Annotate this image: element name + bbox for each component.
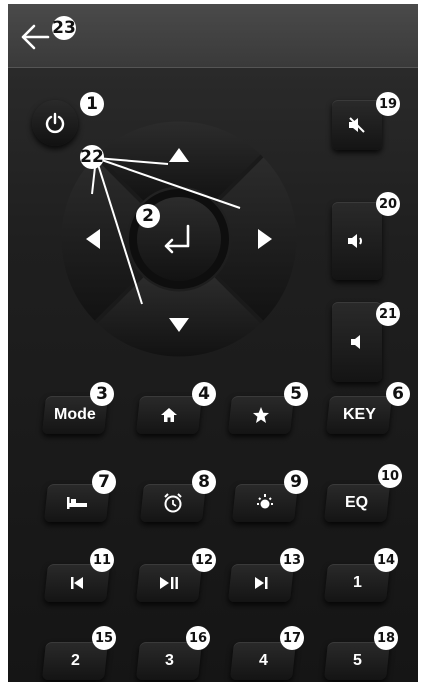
next-track-icon [255, 577, 268, 589]
callout-badge-preset-1: 14 [374, 548, 398, 572]
sleep-bed-icon [67, 497, 87, 509]
previous-track-icon [71, 577, 83, 589]
callout-badge-alarm: 8 [192, 470, 216, 494]
favorite-button[interactable] [228, 396, 294, 434]
eq-label: EQ [345, 494, 369, 511]
volume-up-button[interactable] [332, 202, 382, 280]
volume-down-button[interactable] [332, 302, 382, 382]
brightness-icon [257, 494, 273, 509]
callout-badge-dpad: 22 [80, 145, 104, 169]
callout-badge-preset-3: 16 [186, 626, 210, 650]
callout-badge-mode: 3 [90, 382, 114, 406]
preset-4-label: 4 [258, 652, 268, 669]
mute-button[interactable] [332, 100, 382, 150]
callout-badge-next: 13 [280, 548, 304, 572]
callout-badge-home: 4 [192, 382, 216, 406]
key-label: KEY [342, 406, 376, 423]
preset-3-label: 3 [164, 652, 174, 669]
key-button[interactable]: KEY [326, 396, 392, 434]
home-icon [161, 408, 177, 422]
volume-down-icon [351, 335, 360, 349]
callout-badge-enter: 2 [136, 204, 160, 228]
callout-badge-favorite: 5 [284, 382, 308, 406]
home-button[interactable] [136, 396, 202, 434]
star-icon [253, 407, 269, 423]
play-pause-icon [160, 577, 178, 589]
alarm-clock-icon [164, 493, 182, 513]
volume-up-icon [348, 234, 362, 248]
mute-icon [349, 117, 365, 133]
callout-badge-preset-2: 15 [92, 626, 116, 650]
callout-badge-preset-4: 17 [280, 626, 304, 650]
remote-screen: 2 3 1 22 2 19 20 21 Mode 3 4 5 KEY 6 7 8 … [8, 4, 418, 682]
eq-button[interactable]: EQ [324, 484, 390, 522]
callout-badge-brightness: 9 [284, 470, 308, 494]
preset-1-label: 1 [352, 574, 362, 591]
callout-badge-play-pause: 12 [192, 548, 216, 572]
callout-badge-previous: 11 [90, 548, 114, 572]
callout-badge-volume-down: 21 [376, 302, 400, 326]
callout-badge-eq: 10 [378, 464, 402, 488]
preset-2-label: 2 [70, 652, 80, 669]
callout-badge-volume-up: 20 [376, 192, 400, 216]
callout-badge-preset-5: 18 [374, 626, 398, 650]
preset-5-label: 5 [352, 652, 362, 669]
mode-label: Mode [54, 406, 96, 423]
play-pause-button[interactable] [136, 564, 202, 602]
callout-badge-key: 6 [386, 382, 410, 406]
callout-badge-sleep: 7 [92, 470, 116, 494]
callout-badge-mute: 19 [376, 92, 400, 116]
